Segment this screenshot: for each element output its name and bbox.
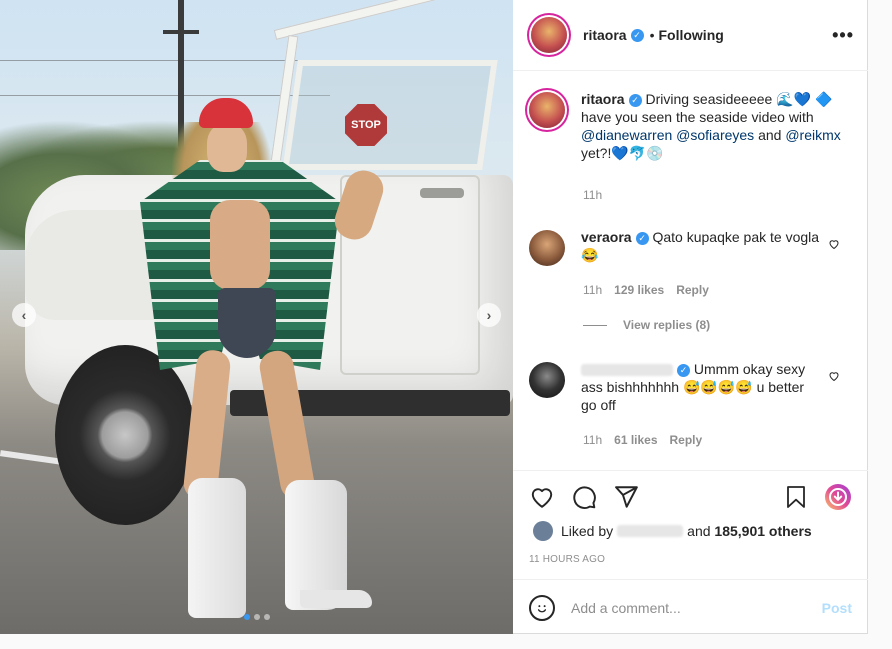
action-icon-row — [513, 471, 868, 523]
verified-icon: ✓ — [628, 93, 642, 107]
comment-text: ✓ Ummm okay sexy ass bishhhhhhh 😅😅😅😅 u b… — [581, 360, 852, 414]
post-actions: Liked by and 185,901 others 11 HOURS AGO… — [513, 470, 868, 621]
post-header: ritaora ✓ • Following ••• — [513, 0, 868, 71]
comment-icon[interactable] — [571, 484, 597, 510]
blurred-liker-name[interactable] — [617, 525, 684, 537]
commenter-avatar[interactable] — [529, 362, 565, 398]
comment-time[interactable]: 11h — [583, 433, 602, 447]
comment-likes[interactable]: 129 likes — [614, 283, 664, 297]
emoji-icon[interactable] — [529, 594, 555, 621]
reels-icon[interactable] — [824, 483, 852, 511]
view-replies-label: View replies (8) — [623, 318, 711, 332]
comment-item: ✓ Ummm okay sexy ass bishhhhhhh 😅😅😅😅 u b… — [529, 360, 852, 414]
heart-icon[interactable] — [828, 370, 840, 382]
person-denim-brief — [218, 288, 276, 358]
comments-list: ritaora ✓ Driving seasideeeee 🌊💙 🔷 have y… — [513, 72, 868, 470]
instagram-post: STOP ‹ › ritaora ✓ • Following ••• ritao… — [0, 0, 868, 634]
post-timestamp[interactable]: 11 HOURS AGO — [529, 554, 605, 565]
commenter-username[interactable]: veraora — [581, 229, 632, 245]
view-replies-button[interactable]: View replies (8) — [583, 318, 710, 332]
boot-left — [188, 478, 246, 618]
mention-link[interactable]: @dianewarren — [581, 127, 672, 143]
post-photo[interactable]: STOP ‹ › — [0, 0, 513, 634]
reply-button[interactable]: Reply — [670, 433, 703, 447]
heart-icon[interactable] — [529, 484, 555, 510]
header-separator: • — [649, 27, 655, 43]
mention-link[interactable]: @sofiareyes — [676, 127, 754, 143]
caption: ritaora ✓ Driving seasideeeee 🌊💙 🔷 have y… — [529, 90, 852, 162]
likes-summary: Liked by and 185,901 others — [533, 521, 812, 541]
person-face — [207, 124, 247, 172]
caption-text: ritaora ✓ Driving seasideeeee 🌊💙 🔷 have y… — [581, 90, 852, 162]
liker-avatar[interactable] — [533, 521, 553, 541]
following-button[interactable]: Following — [658, 27, 723, 43]
caption-username[interactable]: ritaora — [581, 91, 625, 107]
reply-button[interactable]: Reply — [676, 283, 709, 297]
comment-likes[interactable]: 61 likes — [614, 433, 657, 447]
jeep-tire — [55, 345, 195, 525]
person-red-cap — [199, 98, 253, 128]
comment-composer: Add a comment... Post — [513, 579, 868, 635]
mention-link[interactable]: @reikmx — [785, 127, 840, 143]
share-icon[interactable] — [613, 484, 639, 510]
power-line — [0, 60, 330, 61]
blurred-username[interactable] — [581, 364, 673, 377]
carousel-indicator — [244, 614, 270, 620]
person-torso — [210, 200, 270, 290]
heart-icon[interactable] — [828, 238, 840, 250]
comment-meta: 11h 129 likes Reply — [583, 283, 709, 297]
more-options-icon[interactable]: ••• — [832, 25, 854, 46]
comment-item: veraora ✓ Qato kupaqke pak te vogla 😂 — [529, 228, 852, 266]
caption-body-2: and — [754, 127, 786, 143]
caption-time[interactable]: 11h — [583, 188, 602, 202]
likes-count[interactable]: 185,901 others — [714, 523, 811, 539]
verified-icon: ✓ — [635, 231, 649, 245]
smiley-icon — [537, 604, 547, 612]
comment-meta: 11h 61 likes Reply — [583, 433, 702, 447]
commenter-avatar[interactable] — [529, 230, 565, 266]
utility-pole-arm — [163, 30, 199, 34]
liked-by-prefix: Liked by — [561, 523, 614, 539]
verified-icon: ✓ — [630, 28, 644, 42]
author-username[interactable]: ritaora — [583, 27, 627, 43]
chevron-right-icon[interactable]: › — [477, 303, 501, 327]
liked-by-middle: and — [687, 523, 711, 539]
caption-body-3: yet?!💙🐬💿 — [581, 145, 664, 161]
carousel-dot-active — [244, 614, 250, 620]
author-avatar[interactable] — [529, 92, 565, 128]
jeep-roll-bar — [273, 0, 510, 40]
jeep-door-handle — [420, 188, 464, 198]
post-side-panel: ritaora ✓ • Following ••• ritaora ✓ Drivi… — [513, 0, 868, 634]
jeep-windshield — [282, 60, 498, 170]
verified-icon: ✓ — [677, 363, 690, 377]
divider — [583, 324, 607, 326]
comment-input[interactable]: Add a comment... — [571, 600, 822, 616]
comment-text: veraora ✓ Qato kupaqke pak te vogla 😂 — [581, 228, 852, 266]
chevron-left-icon[interactable]: ‹ — [12, 303, 36, 327]
author-avatar[interactable] — [531, 17, 567, 53]
caption-meta: 11h — [583, 188, 602, 202]
comment-time[interactable]: 11h — [583, 283, 602, 297]
carousel-dot — [264, 614, 270, 620]
bookmark-icon[interactable] — [784, 484, 808, 510]
carousel-dot — [254, 614, 260, 620]
boot-right-toe — [300, 590, 372, 608]
post-comment-button[interactable]: Post — [822, 600, 852, 616]
